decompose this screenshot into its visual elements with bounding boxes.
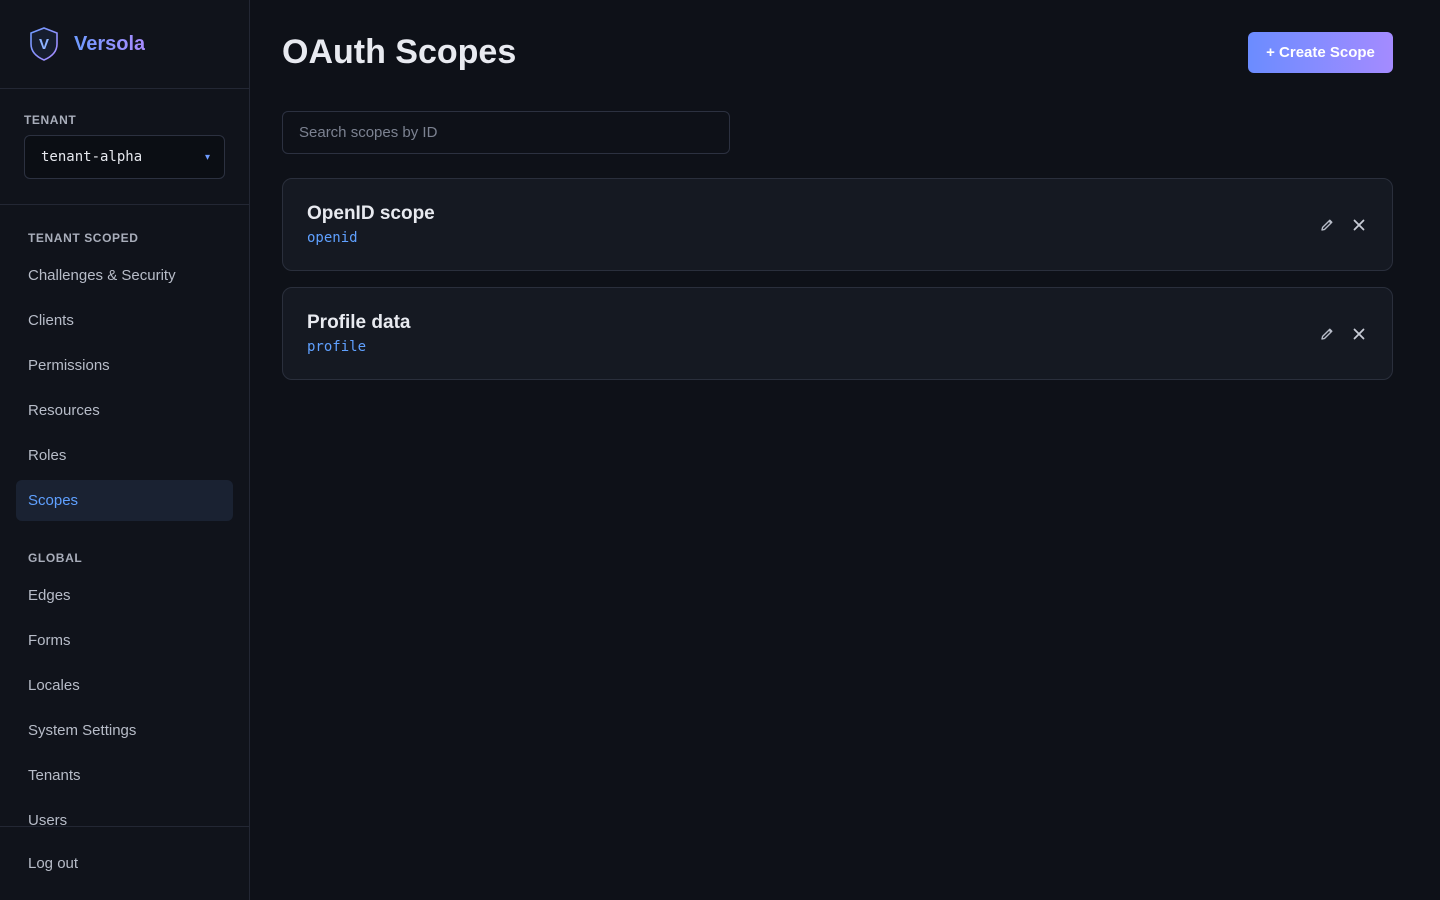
sidebar-item-system-settings[interactable]: System Settings <box>16 710 233 751</box>
scope-title: OpenID scope <box>307 203 435 224</box>
sidebar-item-resources[interactable]: Resources <box>16 390 233 431</box>
edit-icon[interactable] <box>1318 325 1336 343</box>
shield-icon: V <box>28 26 60 62</box>
tenant-label: TENANT <box>24 113 77 127</box>
close-icon[interactable] <box>1350 325 1368 343</box>
scope-card: OpenID scope openid <box>282 178 1393 271</box>
sidebar: V Versola TENANT tenant-alpha ▾ TENANT S… <box>0 0 250 900</box>
sidebar-nav: TENANT SCOPED Challenges & Security Clie… <box>0 205 249 826</box>
scope-actions <box>1318 216 1368 234</box>
chevron-down-icon: ▾ <box>204 151 210 163</box>
section-label-global: GLOBAL <box>28 551 83 565</box>
tenant-select[interactable]: tenant-alpha ▾ <box>24 135 225 179</box>
page-header: OAuth Scopes + Create Scope <box>282 32 1393 73</box>
section-label-tenant-scoped: TENANT SCOPED <box>28 231 139 245</box>
tenant-selector-block: TENANT tenant-alpha ▾ <box>0 89 249 205</box>
sidebar-item-permissions[interactable]: Permissions <box>16 345 233 386</box>
sidebar-item-tenants[interactable]: Tenants <box>16 755 233 796</box>
logout-button[interactable]: Log out <box>0 826 249 900</box>
edit-icon[interactable] <box>1318 216 1336 234</box>
sidebar-item-users[interactable]: Users <box>16 800 233 826</box>
sidebar-item-scopes[interactable]: Scopes <box>16 480 233 521</box>
scope-card-info: Profile data profile <box>307 312 410 355</box>
search-input[interactable] <box>282 111 730 154</box>
page-title: OAuth Scopes <box>282 33 517 71</box>
scope-actions <box>1318 325 1368 343</box>
brand-name: Versola <box>74 32 146 55</box>
sidebar-item-locales[interactable]: Locales <box>16 665 233 706</box>
scope-card: Profile data profile <box>282 287 1393 380</box>
app: V Versola TENANT tenant-alpha ▾ TENANT S… <box>0 0 1440 900</box>
logo-letter: V <box>39 36 49 53</box>
sidebar-item-clients[interactable]: Clients <box>16 300 233 341</box>
scope-id: profile <box>307 339 367 355</box>
scope-list: OpenID scope openid Profile data profile <box>282 178 1393 380</box>
sidebar-item-edges[interactable]: Edges <box>16 575 233 616</box>
scope-title: Profile data <box>307 312 411 333</box>
scope-card-info: OpenID scope openid <box>307 203 435 246</box>
main-content: OAuth Scopes + Create Scope OpenID scope… <box>250 0 1440 900</box>
create-scope-button[interactable]: + Create Scope <box>1248 32 1393 73</box>
sidebar-item-challenges-security[interactable]: Challenges & Security <box>16 255 233 296</box>
close-icon[interactable] <box>1350 216 1368 234</box>
sidebar-item-forms[interactable]: Forms <box>16 620 233 661</box>
brand[interactable]: V Versola <box>0 0 249 89</box>
sidebar-item-roles[interactable]: Roles <box>16 435 233 476</box>
tenant-select-value: tenant-alpha <box>41 149 143 165</box>
scope-id: openid <box>307 230 358 246</box>
